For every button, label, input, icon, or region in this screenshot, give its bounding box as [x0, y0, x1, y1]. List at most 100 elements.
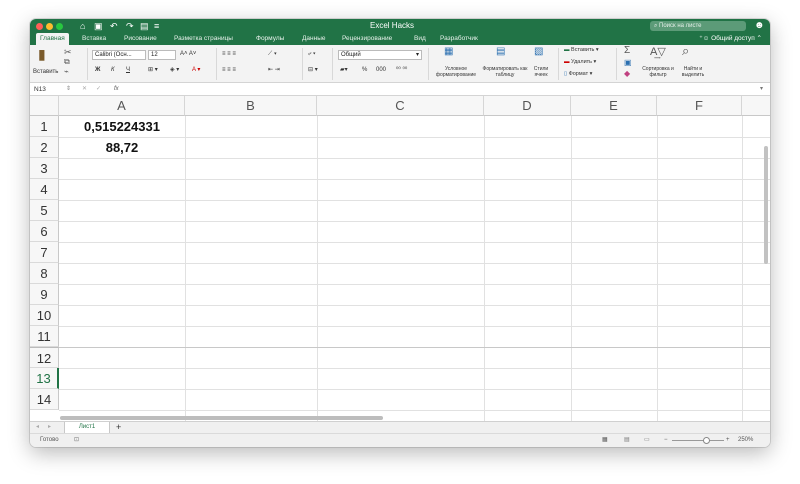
share-button[interactable]: ⁺☺ Общий доступ ⌃: [699, 33, 762, 45]
redo-icon[interactable]: ↷: [126, 20, 134, 32]
select-all-corner[interactable]: [30, 96, 59, 116]
customize-toolbar-icon[interactable]: ≡: [154, 20, 159, 32]
user-icon[interactable]: ☻: [754, 20, 765, 32]
page-layout-view-icon[interactable]: ▤: [624, 436, 630, 445]
insert-function-button[interactable]: fx: [114, 85, 119, 94]
zoom-slider[interactable]: [672, 440, 724, 441]
row-header-5[interactable]: 5: [30, 200, 59, 221]
wrap-text-icon[interactable]: ⤶ ▾: [308, 50, 316, 59]
insert-cells-button[interactable]: ▬ Вставить ▾: [564, 46, 599, 55]
name-box[interactable]: N13: [34, 85, 46, 94]
tab-review[interactable]: Рецензирование: [342, 33, 392, 45]
expand-formula-icon[interactable]: ▾: [760, 85, 763, 94]
zoom-in-button[interactable]: +: [726, 436, 730, 445]
name-box-stepper-icon[interactable]: ⇕: [66, 85, 71, 94]
search-input[interactable]: ⌕ Поиск на листе: [650, 21, 746, 31]
zoom-window-button[interactable]: [56, 23, 63, 30]
home-icon[interactable]: ⌂: [80, 20, 85, 32]
row-header-13[interactable]: 13: [30, 368, 59, 389]
cancel-formula-icon[interactable]: ✕: [82, 85, 87, 94]
tab-page-layout[interactable]: Разметка страницы: [174, 33, 233, 45]
zoom-level[interactable]: 250%: [738, 436, 753, 445]
cell-a1[interactable]: 0,515224331: [59, 116, 185, 137]
save-icon[interactable]: ▣: [94, 20, 103, 32]
next-sheet-icon[interactable]: ▸: [48, 423, 51, 432]
row-header-4[interactable]: 4: [30, 179, 59, 200]
vertical-scrollbar[interactable]: [764, 146, 768, 264]
minimize-window-button[interactable]: [46, 23, 53, 30]
currency-icon[interactable]: ▰▾: [340, 66, 348, 75]
row-header-3[interactable]: 3: [30, 158, 59, 179]
column-header-f[interactable]: F: [657, 96, 742, 116]
font-name-select[interactable]: Calibri (Осн...: [92, 50, 146, 60]
increase-font-icon[interactable]: A˄ A˅: [180, 50, 196, 59]
fill-color-icon[interactable]: ◈ ▾: [170, 66, 179, 75]
cell-styles-button[interactable]: Стили ячеек: [530, 66, 552, 78]
font-size-select[interactable]: 12: [148, 50, 176, 60]
font-color-icon[interactable]: A ▾: [192, 66, 200, 75]
add-sheet-button[interactable]: +: [116, 422, 121, 433]
prev-sheet-icon[interactable]: ◂: [36, 423, 39, 432]
decimal-icon[interactable]: ⁰⁰ ⁰⁰: [396, 66, 407, 75]
tab-insert[interactable]: Вставка: [82, 33, 106, 45]
tab-data[interactable]: Данные: [302, 33, 325, 45]
align-top-icon[interactable]: ≡ ≡ ≡: [222, 50, 236, 59]
tab-draw[interactable]: Рисование: [124, 33, 157, 45]
conditional-formatting-icon[interactable]: ▦: [444, 46, 453, 58]
page-break-view-icon[interactable]: ▭: [644, 436, 650, 445]
tab-developer[interactable]: Разработчик: [440, 33, 478, 45]
row-header-14[interactable]: 14: [30, 389, 59, 410]
tab-formulas[interactable]: Формулы: [256, 33, 284, 45]
number-format-select[interactable]: Общий ▾: [338, 50, 422, 60]
zoom-slider-handle[interactable]: [703, 437, 710, 444]
underline-button[interactable]: Ч: [126, 66, 130, 75]
thousands-button[interactable]: 000: [376, 66, 386, 75]
clear-icon[interactable]: ◆: [624, 68, 630, 80]
find-select-button[interactable]: Найти и выделить: [676, 66, 710, 78]
align-left-icon[interactable]: ≡ ≡ ≡: [222, 66, 236, 75]
print-icon[interactable]: ▤: [140, 20, 149, 32]
paste-icon[interactable]: ▮: [38, 47, 46, 61]
bold-button[interactable]: Ж: [95, 66, 100, 75]
indent-icon[interactable]: ⇤ ⇥: [268, 66, 280, 75]
italic-button[interactable]: К: [111, 66, 115, 75]
row-header-7[interactable]: 7: [30, 242, 59, 263]
autosum-icon[interactable]: Σ: [624, 45, 630, 57]
format-as-table-button[interactable]: Форматировать как таблицу: [482, 66, 528, 78]
row-header-2[interactable]: 2: [30, 137, 59, 158]
row-header-1[interactable]: 1: [30, 116, 59, 137]
column-header-c[interactable]: C: [317, 96, 484, 116]
undo-icon[interactable]: ↶: [110, 20, 118, 32]
column-header-b[interactable]: B: [185, 96, 317, 116]
row-header-10[interactable]: 10: [30, 305, 59, 326]
column-header-a[interactable]: A: [59, 96, 185, 116]
cell-styles-icon[interactable]: ▧: [534, 46, 543, 58]
horizontal-scrollbar[interactable]: [60, 416, 383, 420]
format-cells-button[interactable]: ▯ Формат ▾: [564, 70, 592, 79]
find-select-icon[interactable]: ⌕: [682, 44, 689, 57]
confirm-formula-icon[interactable]: ✓: [96, 85, 101, 94]
zoom-out-button[interactable]: −: [664, 436, 668, 445]
row-header-6[interactable]: 6: [30, 221, 59, 242]
row-header-9[interactable]: 9: [30, 284, 59, 305]
paste-button-label[interactable]: Вставить: [33, 68, 58, 77]
tab-home[interactable]: Главная: [36, 33, 69, 45]
format-as-table-icon[interactable]: ▤: [496, 46, 505, 58]
row-header-11[interactable]: 11: [30, 326, 59, 347]
format-painter-icon[interactable]: ⌁: [64, 66, 69, 78]
row-header-12[interactable]: 12: [30, 347, 59, 368]
row-header-8[interactable]: 8: [30, 263, 59, 284]
column-header-d[interactable]: D: [484, 96, 571, 116]
worksheet-grid[interactable]: A B C D E F 1 2 3 4 5 6 7 8 9 10 11 12 1…: [30, 96, 770, 421]
cell-a2[interactable]: 88,72: [59, 137, 185, 158]
percent-button[interactable]: %: [362, 66, 367, 75]
sort-filter-icon[interactable]: A͢▽: [650, 46, 666, 58]
normal-view-icon[interactable]: ▦: [602, 436, 608, 445]
merge-cells-icon[interactable]: ⊟ ▾: [308, 66, 318, 75]
orientation-icon[interactable]: ⟋ ▾: [268, 50, 277, 59]
conditional-formatting-button[interactable]: Условное форматирование: [432, 66, 480, 78]
borders-icon[interactable]: ⊞ ▾: [148, 66, 158, 75]
tab-view[interactable]: Вид: [414, 33, 426, 45]
close-window-button[interactable]: [36, 23, 43, 30]
macro-record-icon[interactable]: ⊡: [74, 436, 79, 445]
